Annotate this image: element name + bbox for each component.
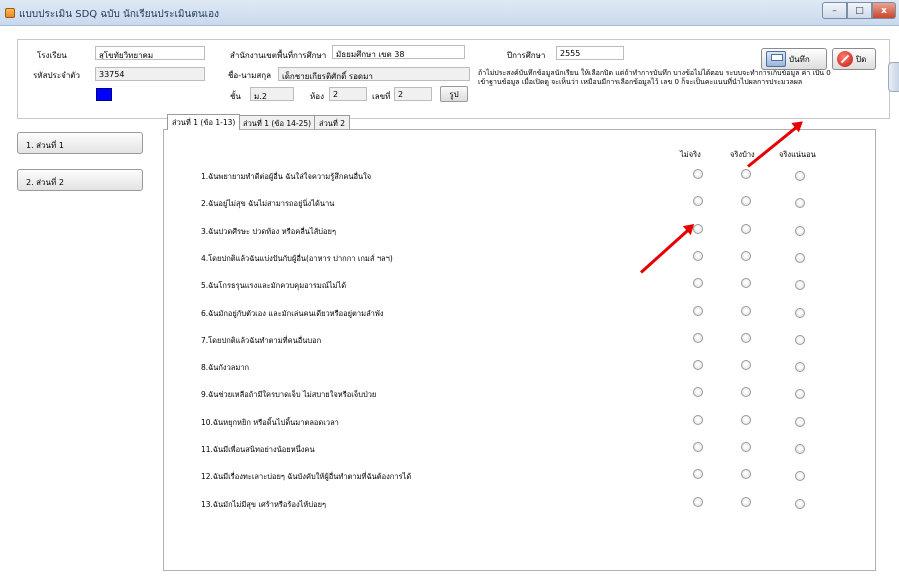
- office-label: สำนักงานเขตพื้นที่การศึกษา: [230, 51, 327, 60]
- answer-radio-certainly-true[interactable]: [795, 389, 805, 399]
- answer-radio-certainly-true[interactable]: [795, 499, 805, 509]
- name-label: ชื่อ-นามสกุล: [228, 71, 271, 80]
- class-field[interactable]: ม.2: [250, 87, 294, 101]
- save-button[interactable]: บันทึก: [761, 48, 827, 70]
- close-button-label: ปิด: [856, 54, 867, 64]
- title-bar: แบบประเมิน SDQ ฉบับ นักเรียนประเมินตนเอง…: [0, 0, 899, 26]
- room-label: ห้อง: [310, 92, 324, 101]
- answer-radio-certainly-true[interactable]: [795, 444, 805, 454]
- tab-part2[interactable]: ส่วนที่ 2: [314, 115, 351, 130]
- answer-radio-certainly-true[interactable]: [795, 226, 805, 236]
- answer-radio-not-true[interactable]: [693, 278, 703, 288]
- answer-radio-not-true[interactable]: [693, 306, 703, 316]
- column-header-somewhat-true: จริงบ้าง: [730, 150, 755, 159]
- answer-radio-not-true[interactable]: [693, 251, 703, 261]
- form-client-area: โรงเรียน สุโขทัยวิทยาคม สำนักงานเขตพื้นท…: [0, 26, 899, 579]
- tab-part1-items-1-13[interactable]: ส่วนที่ 1 (ข้อ 1-13): [167, 114, 241, 130]
- answer-radio-not-true[interactable]: [693, 169, 703, 179]
- color-swatch: [96, 88, 112, 101]
- answer-radio-certainly-true[interactable]: [795, 362, 805, 372]
- column-header-certainly-true: จริงแน่นอน: [779, 150, 816, 159]
- office-field[interactable]: มัธยมศึกษา เขต 38: [332, 45, 465, 59]
- answer-radio-somewhat-true[interactable]: [741, 497, 751, 507]
- answer-radio-certainly-true[interactable]: [795, 417, 805, 427]
- answer-radio-not-true[interactable]: [693, 469, 703, 479]
- student-id-field[interactable]: 33754: [95, 67, 205, 81]
- answer-radio-not-true[interactable]: [693, 415, 703, 425]
- save-note: ถ้าไม่ประสงค์บันทึกข้อมูลนักเรียน ให้เลื…: [478, 69, 831, 86]
- column-header-not-true: ไม่จริง: [680, 150, 701, 159]
- question-label: 3.ฉันปวดศีรษะ ปวดท้อง หรือคลื่นไส้บ่อยๆ: [201, 227, 336, 236]
- question-label: 5.ฉันโกรธรุนแรงและมักควบคุมอารมณ์ไม่ได้: [201, 281, 347, 290]
- question-label: 13.ฉันมักไม่มีสุข เศร้าหรือร้องไห้บ่อยๆ: [201, 500, 327, 509]
- answer-radio-somewhat-true[interactable]: [741, 169, 751, 179]
- answer-radio-not-true[interactable]: [693, 497, 703, 507]
- answer-radio-not-true[interactable]: [693, 442, 703, 452]
- answer-radio-somewhat-true[interactable]: [741, 469, 751, 479]
- question-label: 9.ฉันช่วยเหลือถ้ามีใครบาดเจ็บ ไม่สบายใจห…: [201, 390, 377, 399]
- answer-radio-somewhat-true[interactable]: [741, 333, 751, 343]
- answer-radio-not-true[interactable]: [693, 196, 703, 206]
- answer-radio-somewhat-true[interactable]: [741, 360, 751, 370]
- answer-radio-somewhat-true[interactable]: [741, 387, 751, 397]
- answer-radio-certainly-true[interactable]: [795, 335, 805, 345]
- answer-radio-somewhat-true[interactable]: [741, 306, 751, 316]
- question-label: 8.ฉันกังวลมาก: [201, 363, 250, 372]
- name-field[interactable]: เด็กชายเกียรติศักดิ์ รอดมา: [278, 67, 470, 81]
- school-field[interactable]: สุโขทัยวิทยาคม: [95, 46, 205, 60]
- sidebar-item-part2[interactable]: 2. ส่วนที่ 2: [17, 169, 143, 191]
- sidebar-item-part1[interactable]: 1. ส่วนที่ 1: [17, 132, 143, 154]
- answer-radio-somewhat-true[interactable]: [741, 224, 751, 234]
- question-label: 12.ฉันมีเรื่องทะเลาะบ่อยๆ ฉันบังคับให้ผู…: [201, 472, 412, 481]
- answer-radio-somewhat-true[interactable]: [741, 442, 751, 452]
- answer-radio-not-true[interactable]: [693, 360, 703, 370]
- save-button-label: บันทึก: [789, 54, 810, 64]
- answer-radio-not-true[interactable]: [693, 333, 703, 343]
- answer-radio-somewhat-true[interactable]: [741, 251, 751, 261]
- window-close-button[interactable]: x: [872, 2, 896, 19]
- question-label: 4.โดยปกติแล้วฉันแบ่งปันกับผู้อื่น(อาหาร …: [201, 254, 393, 263]
- class-label: ชั้น: [230, 92, 241, 101]
- answer-radio-certainly-true[interactable]: [795, 198, 805, 208]
- answer-radio-somewhat-true[interactable]: [741, 278, 751, 288]
- answer-radio-certainly-true[interactable]: [795, 280, 805, 290]
- window-title: แบบประเมิน SDQ ฉบับ นักเรียนประเมินตนเอง: [19, 9, 219, 20]
- answer-radio-certainly-true[interactable]: [795, 253, 805, 263]
- room-field[interactable]: 2: [329, 87, 367, 101]
- student-id-label: รหัสประจำตัว: [33, 71, 80, 80]
- tab-part1-items-14-25[interactable]: ส่วนที่ 1 (ข้อ 14-25): [238, 115, 317, 130]
- question-label: 11.ฉันมีเพื่อนสนิทอย่างน้อยหนึ่งคน: [201, 445, 315, 454]
- question-label: 10.ฉันหยุกหยิก หรือดิ้นไปดิ้นมาตลอดเวลา: [201, 418, 339, 427]
- question-label: 6.ฉันมักอยู่กับตัวเอง และมักเล่นคนเดียวห…: [201, 309, 384, 318]
- answer-radio-somewhat-true[interactable]: [741, 415, 751, 425]
- picture-button[interactable]: รูป: [440, 86, 468, 102]
- question-label: 2.ฉันอยู่ไม่สุข ฉันไม่สามารถอยู่นิ่งได้น…: [201, 199, 335, 208]
- app-icon: [5, 8, 15, 18]
- year-label: ปีการศึกษา: [507, 51, 546, 60]
- number-label: เลขที่: [372, 92, 391, 101]
- answer-radio-not-true[interactable]: [693, 387, 703, 397]
- question-label: 1.ฉันพยายามทำดีต่อผู้อื่น ฉันใส่ใจความรู…: [201, 172, 372, 181]
- school-label: โรงเรียน: [37, 51, 67, 60]
- save-icon: [766, 51, 786, 67]
- maximize-button[interactable]: □: [847, 2, 872, 19]
- year-field[interactable]: 2555: [556, 46, 624, 60]
- side-edge-tab[interactable]: [888, 62, 899, 92]
- close-button[interactable]: ปิด: [832, 48, 876, 70]
- answer-radio-somewhat-true[interactable]: [741, 196, 751, 206]
- answer-radio-certainly-true[interactable]: [795, 308, 805, 318]
- question-label: 7.โดยปกติแล้วฉันทำตามที่คนอื่นบอก: [201, 336, 322, 345]
- answer-radio-certainly-true[interactable]: [795, 471, 805, 481]
- close-icon: [837, 51, 853, 67]
- minimize-button[interactable]: –: [822, 2, 847, 19]
- number-field[interactable]: 2: [394, 87, 432, 101]
- answer-radio-certainly-true[interactable]: [795, 171, 805, 181]
